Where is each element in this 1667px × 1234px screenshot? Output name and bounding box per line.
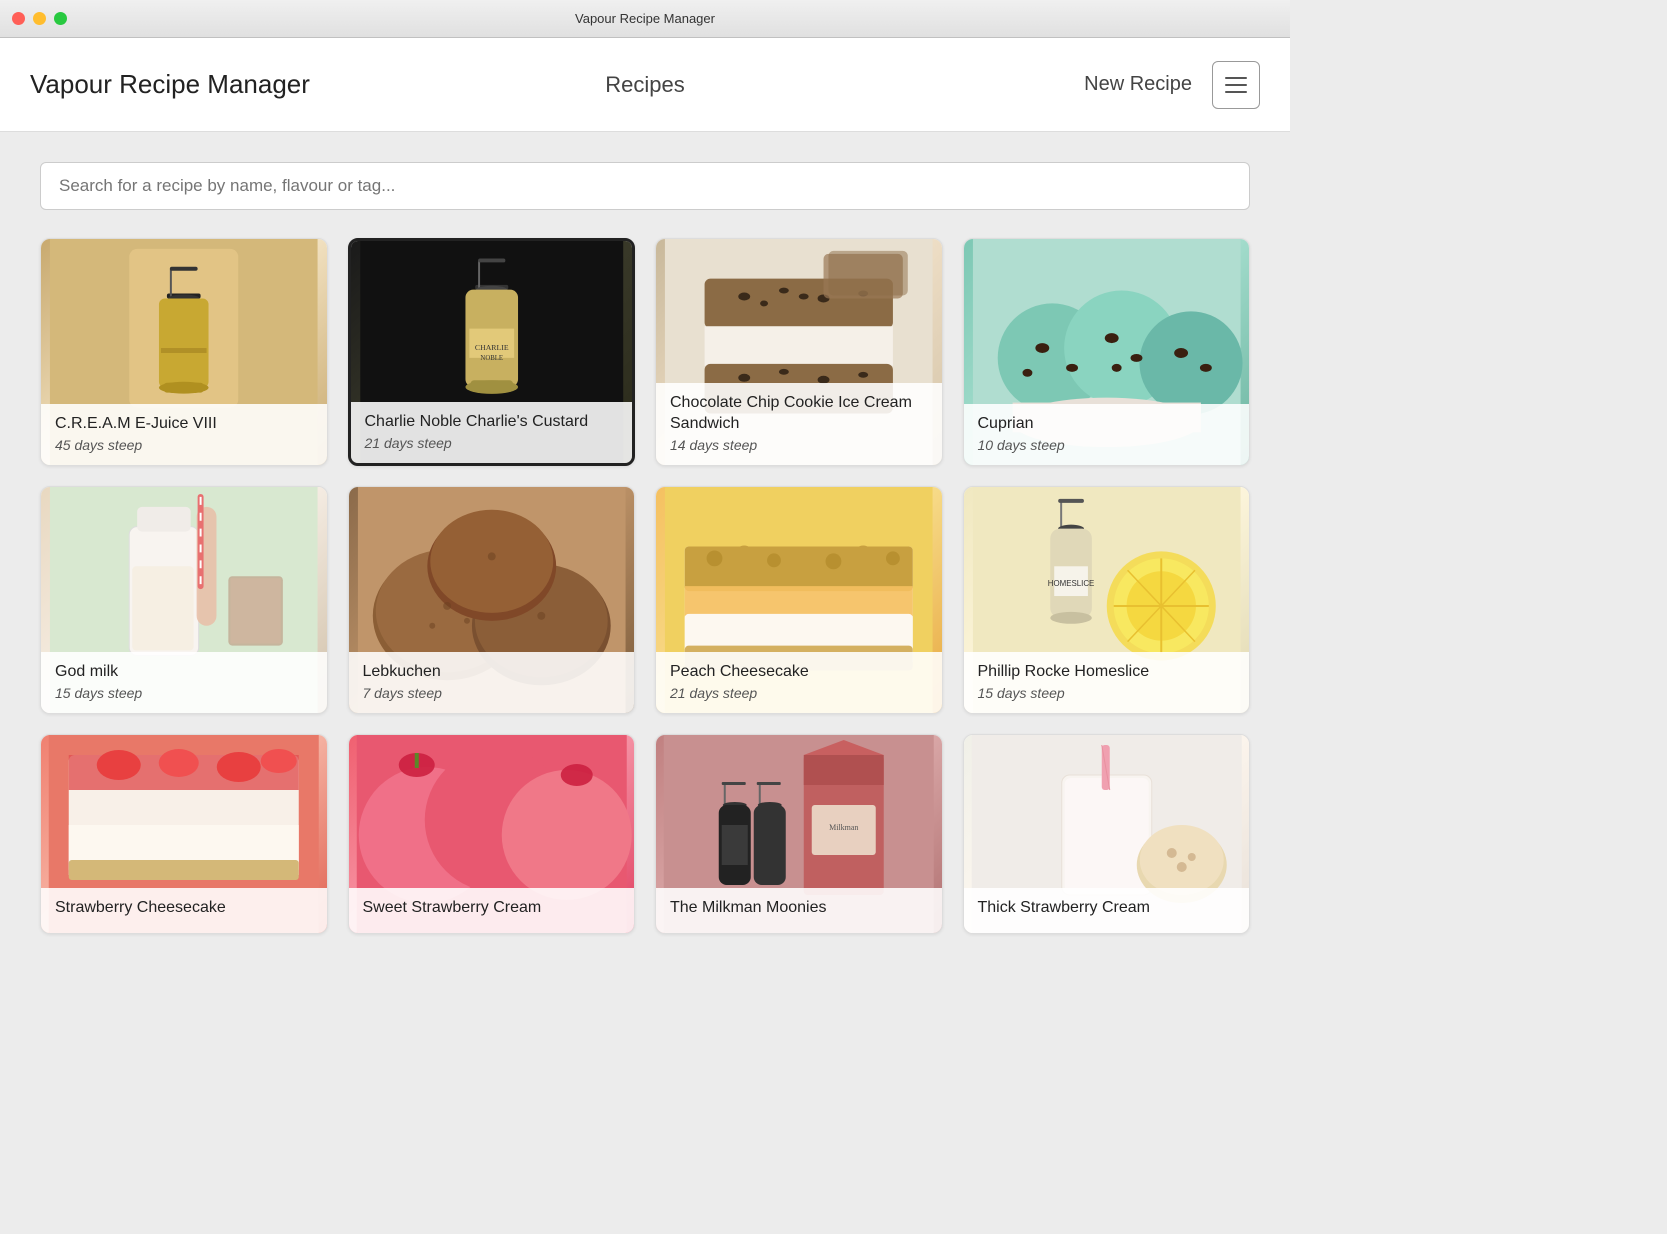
recipe-overlay-charlie: Charlie Noble Charlie's Custard 21 days …	[351, 402, 633, 463]
recipe-steep-cookie: 14 days steep	[670, 437, 928, 453]
recipe-name-phillip: Phillip Rocke Homeslice	[978, 662, 1236, 683]
recipe-name-charlie: Charlie Noble Charlie's Custard	[365, 412, 619, 433]
menu-button[interactable]	[1212, 61, 1260, 109]
svg-text:NOBLE: NOBLE	[480, 355, 503, 362]
recipe-card-cuprian[interactable]: Cuprian 10 days steep	[963, 238, 1251, 466]
recipe-steep-phillip: 15 days steep	[978, 685, 1236, 701]
recipe-name-cream: C.R.E.A.M E-Juice VIII	[55, 414, 313, 435]
menu-icon	[1225, 91, 1247, 93]
app-title: Vapour Recipe Manager	[30, 69, 440, 100]
window-controls	[12, 12, 67, 25]
recipe-steep-charlie: 21 days steep	[365, 435, 619, 451]
app-header: Vapour Recipe Manager Recipes New Recipe	[0, 38, 1290, 132]
maximize-button[interactable]	[54, 12, 67, 25]
recipe-overlay-godmilk: God milk 15 days steep	[41, 652, 327, 713]
recipes-grid: C.R.E.A.M E-Juice VIII 45 days steep CHA…	[40, 238, 1250, 934]
window-title: Vapour Recipe Manager	[575, 11, 715, 26]
new-recipe-button[interactable]: New Recipe	[1084, 73, 1192, 96]
svg-text:Milkman: Milkman	[829, 823, 858, 832]
recipe-overlay-thick-strawberry: Thick Strawberry Cream	[964, 888, 1250, 933]
svg-text:HOMESLICE: HOMESLICE	[1047, 579, 1094, 588]
recipe-card-strawberry-cheese[interactable]: Strawberry Cheesecake	[40, 734, 328, 934]
minimize-button[interactable]	[33, 12, 46, 25]
recipe-overlay-phillip: Phillip Rocke Homeslice 15 days steep	[964, 652, 1250, 713]
recipe-overlay-lebkuchen: Lebkuchen 7 days steep	[349, 652, 635, 713]
nav-title: Recipes	[440, 72, 850, 98]
recipe-card-lebkuchen[interactable]: Lebkuchen 7 days steep	[348, 486, 636, 714]
recipe-card-peach[interactable]: Peach Cheesecake 21 days steep	[655, 486, 943, 714]
menu-icon	[1225, 84, 1247, 86]
recipe-card-godmilk[interactable]: God milk 15 days steep	[40, 486, 328, 714]
recipe-steep-peach: 21 days steep	[670, 685, 928, 701]
recipe-overlay-peach: Peach Cheesecake 21 days steep	[656, 652, 942, 713]
recipe-card-thick-strawberry[interactable]: Thick Strawberry Cream	[963, 734, 1251, 934]
search-input[interactable]	[40, 162, 1250, 210]
recipe-overlay-milkman: The Milkman Moonies	[656, 888, 942, 933]
recipe-card-cream[interactable]: C.R.E.A.M E-Juice VIII 45 days steep	[40, 238, 328, 466]
recipe-overlay-sweet-strawberry: Sweet Strawberry Cream	[349, 888, 635, 933]
header-actions: New Recipe	[850, 61, 1260, 109]
recipe-name-sweet-strawberry: Sweet Strawberry Cream	[363, 898, 621, 919]
recipe-steep-lebkuchen: 7 days steep	[363, 685, 621, 701]
recipe-name-godmilk: God milk	[55, 662, 313, 683]
recipe-steep-cream: 45 days steep	[55, 437, 313, 453]
recipe-name-cookie: Chocolate Chip Cookie Ice Cream Sandwich	[670, 393, 928, 435]
recipe-card-phillip[interactable]: HOMESLICE Phillip Rocke Homeslice 15 day…	[963, 486, 1251, 714]
recipe-steep-cuprian: 10 days steep	[978, 437, 1236, 453]
recipe-card-milkman[interactable]: Milkman The Milkman Moonies	[655, 734, 943, 934]
recipe-steep-godmilk: 15 days steep	[55, 685, 313, 701]
recipe-overlay-strawberry-cheese: Strawberry Cheesecake	[41, 888, 327, 933]
recipe-name-cuprian: Cuprian	[978, 414, 1236, 435]
recipe-name-strawberry-cheese: Strawberry Cheesecake	[55, 898, 313, 919]
main-content: C.R.E.A.M E-Juice VIII 45 days steep CHA…	[0, 132, 1290, 964]
recipe-name-lebkuchen: Lebkuchen	[363, 662, 621, 683]
svg-text:CHARLIE: CHARLIE	[474, 343, 508, 352]
recipe-overlay-cuprian: Cuprian 10 days steep	[964, 404, 1250, 465]
recipe-card-cookie[interactable]: Chocolate Chip Cookie Ice Cream Sandwich…	[655, 238, 943, 466]
close-button[interactable]	[12, 12, 25, 25]
menu-icon	[1225, 77, 1247, 79]
recipe-name-thick-strawberry: Thick Strawberry Cream	[978, 898, 1236, 919]
recipe-name-peach: Peach Cheesecake	[670, 662, 928, 683]
recipe-overlay-cookie: Chocolate Chip Cookie Ice Cream Sandwich…	[656, 383, 942, 465]
recipe-name-milkman: The Milkman Moonies	[670, 898, 928, 919]
recipe-overlay-cream: C.R.E.A.M E-Juice VIII 45 days steep	[41, 404, 327, 465]
recipe-card-sweet-strawberry[interactable]: Sweet Strawberry Cream	[348, 734, 636, 934]
titlebar: Vapour Recipe Manager	[0, 0, 1290, 38]
recipe-card-charlie[interactable]: CHARLIE NOBLE Charlie Noble Charlie's Cu…	[348, 238, 636, 466]
